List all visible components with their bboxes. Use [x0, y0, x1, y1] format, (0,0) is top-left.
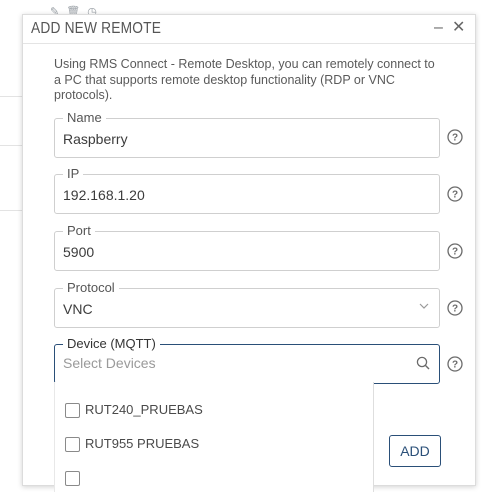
port-field[interactable]: Port 5900	[54, 223, 440, 271]
port-label: Port	[63, 223, 95, 239]
svg-text:?: ?	[452, 133, 458, 144]
device-search-input[interactable]	[63, 355, 393, 371]
help-icon[interactable]: ?	[447, 243, 463, 259]
device-option-label: RUT240_PRUEBAS	[85, 402, 203, 417]
ip-value: 192.168.1.20	[63, 187, 145, 203]
checkbox[interactable]	[65, 403, 80, 418]
name-field[interactable]: Name Raspberry	[54, 110, 440, 158]
help-icon[interactable]: ?	[447, 356, 463, 372]
svg-text:?: ?	[452, 360, 458, 371]
background-divider	[0, 96, 22, 97]
device-options-list: RUT240_PRUEBAS RUT955 PRUEBAS	[54, 382, 374, 492]
svg-text:?: ?	[452, 190, 458, 201]
protocol-label: Protocol	[63, 280, 119, 296]
dialog-title: ADD NEW REMOTE	[31, 20, 162, 37]
add-remote-dialog: ADD NEW REMOTE – ✕ Using RMS Connect - R…	[22, 14, 476, 492]
svg-text:?: ?	[452, 304, 458, 315]
device-select[interactable]: Device (MQTT)	[54, 336, 440, 384]
name-value: Raspberry	[63, 131, 128, 147]
search-icon	[416, 356, 430, 370]
minimize-icon[interactable]: –	[434, 20, 443, 36]
device-label: Device (MQTT)	[63, 336, 160, 352]
port-value: 5900	[63, 244, 95, 260]
name-label: Name	[63, 110, 106, 126]
close-icon[interactable]: ✕	[452, 20, 465, 36]
svg-text:?: ?	[452, 247, 458, 258]
dialog-header: ADD NEW REMOTE – ✕	[23, 15, 475, 44]
ip-field[interactable]: IP 192.168.1.20	[54, 166, 440, 214]
ip-label: IP	[63, 166, 84, 182]
background-divider	[0, 145, 22, 146]
help-icon[interactable]: ?	[447, 129, 463, 145]
checkbox[interactable]	[65, 471, 80, 486]
protocol-value: VNC	[63, 301, 93, 317]
device-option-label: RUT955 PRUEBAS	[85, 436, 200, 451]
add-button[interactable]: ADD	[389, 435, 441, 467]
help-icon[interactable]: ?	[447, 300, 463, 316]
chevron-down-icon	[419, 303, 429, 309]
checkbox[interactable]	[65, 437, 80, 452]
protocol-select[interactable]: Protocol VNC	[54, 280, 440, 328]
background-divider	[0, 210, 22, 211]
help-icon[interactable]: ?	[447, 186, 463, 202]
dialog-description: Using RMS Connect - Remote Desktop, you …	[54, 57, 435, 102]
